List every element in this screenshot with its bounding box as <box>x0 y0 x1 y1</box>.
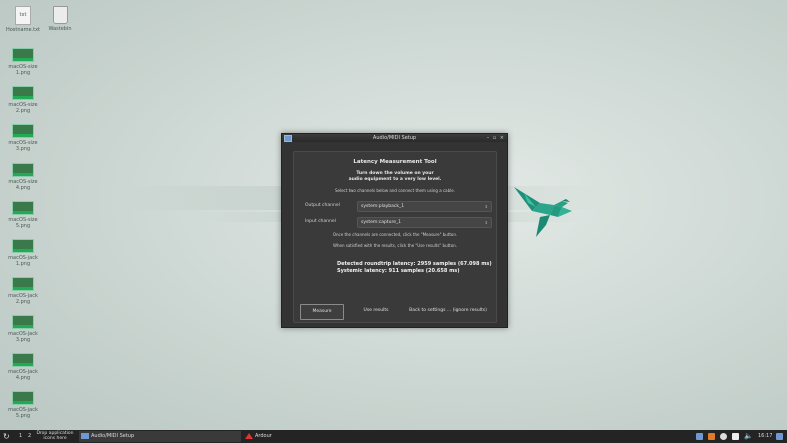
desktop-icon-label: macOS-size 4.png <box>8 179 38 191</box>
image-file-icon <box>12 124 34 138</box>
image-file-icon <box>12 353 34 367</box>
desktop-icon-png[interactable]: macOS-size 3.png <box>1 124 45 152</box>
roundtrip-latency-result: Detected roundtrip latency: 2959 samples… <box>337 261 492 267</box>
output-channel-value: system:playback_1 <box>361 204 405 209</box>
audio-midi-setup-dialog: Audio/MIDI Setup – ▫ × Latency Measureme… <box>281 133 508 328</box>
workspace-1-button[interactable]: 1 <box>19 430 22 443</box>
back-to-settings-button[interactable]: Back to settings ... (ignore results) <box>404 304 492 318</box>
workspace-2-button[interactable]: 2 <box>28 430 31 443</box>
desktop-icon-png[interactable]: macOS-size 5.png <box>1 201 45 229</box>
desktop-icon-png[interactable]: macOS-jack 3.png <box>1 315 45 343</box>
task-label: Ardour <box>255 433 272 439</box>
desktop-icon-png[interactable]: macOS-size 1.png <box>1 48 45 76</box>
desktop-icon-label: macOS-size 5.png <box>8 217 38 229</box>
measure-button[interactable]: Measure <box>300 304 344 320</box>
text-file-icon: txt <box>15 6 31 25</box>
latency-tool-heading: Latency Measurement Tool <box>353 159 437 165</box>
dialog-title: Audio/MIDI Setup <box>372 135 417 141</box>
image-file-icon <box>12 315 34 329</box>
input-channel-label: Input channel <box>305 219 336 224</box>
app-icon <box>284 135 292 142</box>
latency-panel: Latency Measurement Tool Turn down the v… <box>293 151 497 323</box>
desktop-icon-label: macOS-size 2.png <box>8 102 38 114</box>
image-file-icon <box>12 277 34 291</box>
taskbar: ↻ 1 2 Drop application icons here Audio/… <box>0 430 787 443</box>
clock[interactable]: 16:17 <box>758 430 772 443</box>
desktop-icon-label: macOS-size 3.png <box>8 140 38 152</box>
desktop-icon-label: macOS-size 1.png <box>8 64 38 76</box>
task-audio-midi-setup[interactable]: Audio/MIDI Setup <box>79 431 241 442</box>
dialog-titlebar[interactable]: Audio/MIDI Setup – ▫ × <box>282 134 507 142</box>
application-menu-icon[interactable]: ↻ <box>3 430 10 443</box>
desktop-icon-png[interactable]: macOS-size 2.png <box>1 86 45 114</box>
show-desktop-icon[interactable] <box>776 433 783 440</box>
use-results-button[interactable]: Use results <box>356 304 396 318</box>
trash-icon <box>52 6 68 24</box>
desktop-icon-label: macOS-jack 5.png <box>8 407 38 419</box>
channel-instruction: Select two channels below and connect th… <box>334 188 456 193</box>
window-controls[interactable]: – ▫ × <box>487 134 505 142</box>
volume-warning: Turn down the volume on your audio equip… <box>294 171 496 183</box>
desktop-icon-label: macOS-jack 2.png <box>8 293 38 305</box>
notes-icon[interactable] <box>732 433 739 440</box>
output-channel-select[interactable]: system:playback_1 ⇕ <box>357 201 492 212</box>
measure-hint: Once the channels are connected, click t… <box>332 232 458 237</box>
window-icon <box>81 433 89 439</box>
network-icon[interactable] <box>696 433 703 440</box>
desktop-icon-png[interactable]: macOS-jack 4.png <box>1 353 45 381</box>
results-hint: When satisfied with the results, click t… <box>333 243 457 248</box>
desktop-icon-label: macOS-jack 4.png <box>8 369 38 381</box>
image-file-icon <box>12 48 34 62</box>
input-channel-select[interactable]: system:capture_1 ⇕ <box>357 217 492 228</box>
image-file-icon <box>12 391 34 405</box>
task-ardour[interactable]: Ardour <box>243 431 375 442</box>
systemic-latency-result: Systemic latency: 911 samples (20.658 ms… <box>337 268 460 274</box>
image-file-icon <box>12 201 34 215</box>
desktop-icon-png[interactable]: macOS-jack 1.png <box>1 239 45 267</box>
image-file-icon <box>12 163 34 177</box>
volume-warning-line-2: audio equipment to a very low level. <box>348 177 442 182</box>
desktop-icon-png[interactable]: macOS-jack 2.png <box>1 277 45 305</box>
chevron-updown-icon: ⇕ <box>484 220 488 225</box>
desktop-icon-png[interactable]: macOS-size 4.png <box>1 163 45 191</box>
ardour-bird-logo <box>514 187 572 237</box>
volume-icon[interactable]: 🔈 <box>744 430 753 443</box>
launcher-hint-line-2: icons here <box>43 436 67 441</box>
launcher-drop-zone[interactable]: Drop application icons here <box>34 431 76 442</box>
task-label: Audio/MIDI Setup <box>91 433 135 439</box>
image-file-icon <box>12 239 34 253</box>
ardour-icon <box>245 433 253 439</box>
updates-icon[interactable] <box>708 433 715 440</box>
desktop-icon-wastebin[interactable]: Wastebin <box>38 6 82 32</box>
image-file-icon <box>12 86 34 100</box>
clipboard-icon[interactable] <box>720 433 727 440</box>
output-channel-label: Output channel <box>305 203 340 208</box>
desktop-icon-label: Wastebin <box>48 26 72 32</box>
desktop-icon-label: macOS-jack 1.png <box>8 255 38 267</box>
input-channel-value: system:capture_1 <box>361 220 402 225</box>
desktop-icon-label: macOS-jack 3.png <box>8 331 38 343</box>
desktop-icon-png[interactable]: macOS-jack 5.png <box>1 391 45 419</box>
chevron-updown-icon: ⇕ <box>484 204 488 209</box>
